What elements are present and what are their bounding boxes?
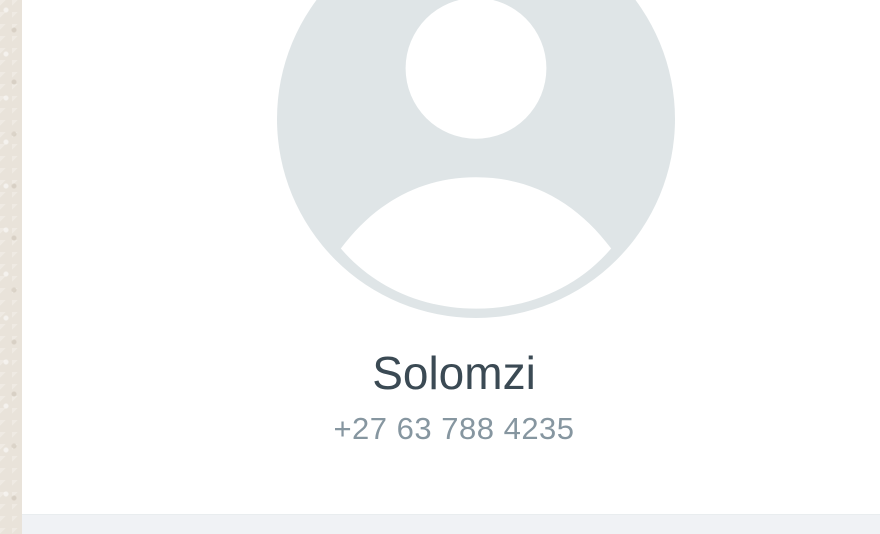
contact-phone-number: +27 63 788 4235 bbox=[333, 411, 575, 446]
contact-name: Solomzi bbox=[372, 347, 536, 399]
default-avatar-icon[interactable] bbox=[277, 0, 675, 318]
chat-wallpaper-strip bbox=[0, 0, 22, 534]
section-divider bbox=[22, 514, 880, 534]
contact-info-panel: Solomzi +27 63 788 4235 bbox=[22, 0, 880, 514]
